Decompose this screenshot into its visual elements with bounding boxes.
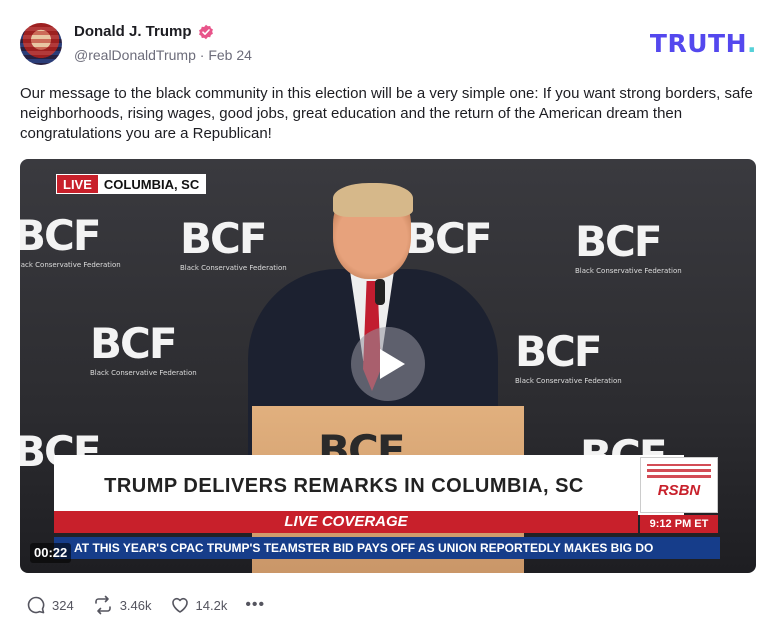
network-flag [647, 464, 711, 478]
backdrop-logo: BCF Black Conservative Federation [20, 211, 121, 269]
backdrop-logo: BCF Black Conservative Federation [515, 327, 622, 385]
news-ticker: AT THIS YEAR'S CPAC TRUMP'S TEAMSTER BID… [54, 537, 720, 559]
live-coverage-bar: LIVE COVERAGE [54, 511, 638, 533]
video-player[interactable]: LIVE COLUMBIA, SC BCF Black Conservative … [20, 159, 756, 573]
logo-dot: . [747, 29, 757, 58]
backdrop-logo-subtitle: Black Conservative Federation [575, 267, 682, 275]
video-duration: 00:22 [30, 543, 72, 563]
backdrop-logo-text: BCF [515, 327, 603, 376]
reply-count: 324 [52, 597, 74, 613]
truth-logo[interactable]: TRUTH. [650, 29, 757, 58]
avatar-flag-overlay [20, 23, 62, 65]
backdrop-logo: BCF Black Conservative Federation [575, 217, 682, 275]
logo-text: TRUTH [649, 29, 747, 58]
comment-icon [27, 596, 45, 614]
avatar[interactable] [20, 23, 62, 65]
author-handle[interactable]: @realDonaldTrump [74, 47, 196, 63]
backdrop-logo-subtitle: Black Conservative Federation [515, 377, 622, 385]
retruth-button[interactable]: 3.46k [92, 595, 152, 615]
retruth-icon [94, 595, 111, 615]
microphone [375, 279, 385, 305]
backdrop-logo-text: BCF [405, 214, 493, 263]
live-badge: LIVE [57, 175, 98, 193]
live-location-tag: LIVE COLUMBIA, SC [56, 174, 207, 194]
post-actions: 324 3.46k 14.2k ••• [26, 593, 265, 617]
location-label: COLUMBIA, SC [97, 175, 206, 193]
play-icon [380, 349, 405, 379]
network-name: RSBN [657, 482, 701, 499]
author-meta: @realDonaldTrump · Feb 24 [74, 47, 252, 63]
reply-button[interactable]: 324 [26, 595, 74, 615]
retruth-count: 3.46k [119, 597, 152, 613]
speaker-hair [333, 183, 413, 217]
author-name-row: Donald J. Trump [74, 23, 214, 40]
backdrop-logo-text: BCF [20, 211, 102, 260]
author-display-name[interactable]: Donald J. Trump [74, 23, 192, 40]
meta-separator: · [199, 47, 205, 63]
backdrop-logo-subtitle: Black Conservative Federation [20, 261, 121, 269]
more-options-icon[interactable]: ••• [245, 596, 265, 614]
network-logo: RSBN [640, 457, 718, 513]
backdrop-logo-subtitle: Black Conservative Federation [90, 369, 197, 377]
backdrop-logo-text: BCF [575, 217, 663, 266]
broadcast-time: 9:12 PM ET [640, 515, 718, 533]
verified-badge-icon [198, 24, 214, 40]
play-button[interactable] [351, 327, 425, 401]
heart-icon [171, 597, 188, 613]
backdrop-logo-text: BCF [180, 214, 268, 263]
like-count: 14.2k [195, 597, 228, 613]
post-header: Donald J. Trump @realDonaldTrump · Feb 2… [20, 20, 757, 66]
broadcast-headline: TRUMP DELIVERS REMARKS IN COLUMBIA, SC [104, 475, 584, 497]
backdrop-logo: BCF Black Conservative Federation [90, 319, 197, 377]
backdrop-logo-subtitle: Black Conservative Federation [180, 264, 287, 272]
like-button[interactable]: 14.2k [170, 595, 228, 615]
backdrop-logo: BCF [405, 214, 493, 263]
backdrop-logo-text: BCF [90, 319, 178, 368]
backdrop-logo: BCF Black Conservative Federation [180, 214, 287, 272]
post-text: Our message to the black community in th… [20, 85, 753, 142]
post-date[interactable]: Feb 24 [208, 47, 252, 63]
